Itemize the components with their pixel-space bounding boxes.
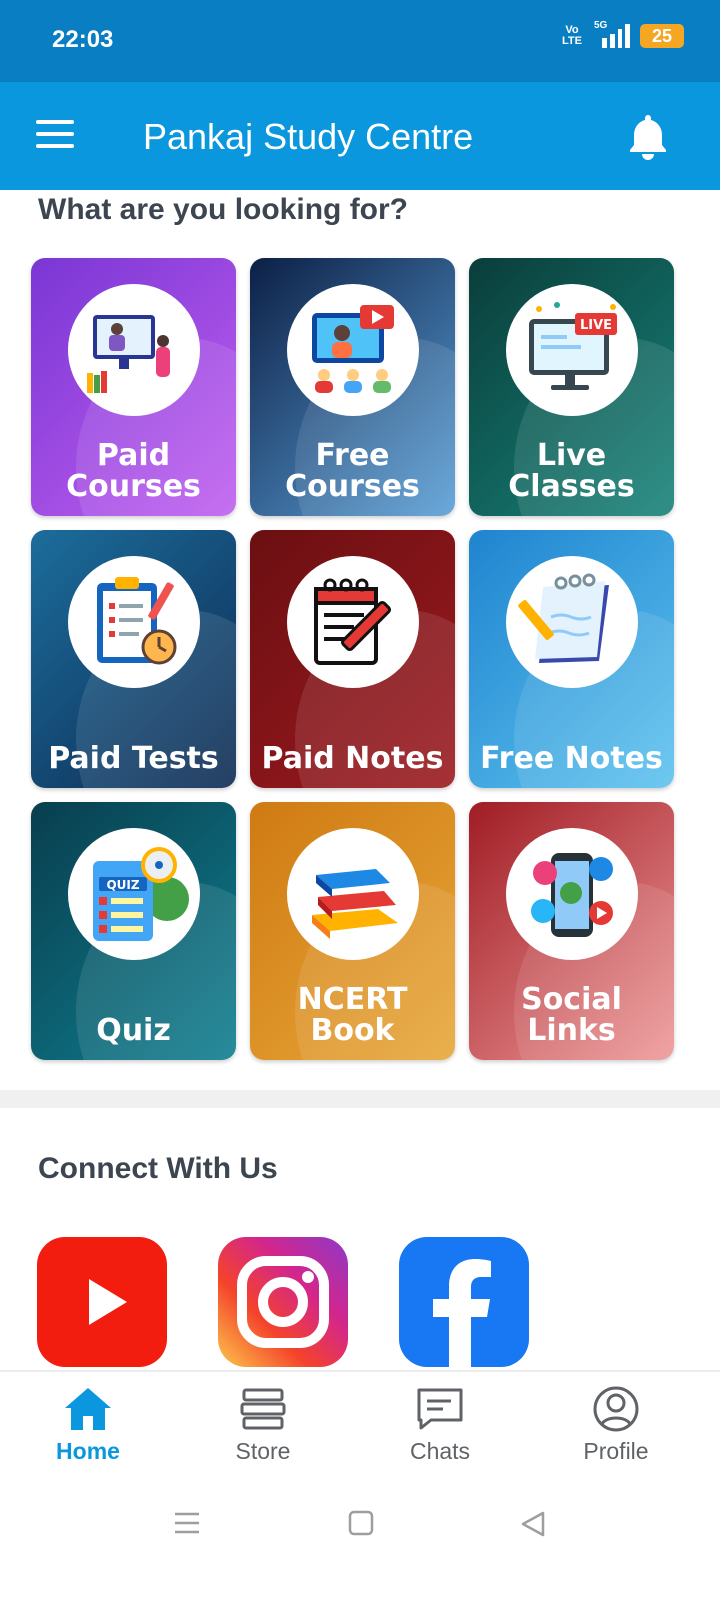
status-icons: Vo LTE 5G 25 (560, 20, 684, 48)
bottom-nav: Home Store Chats Profile (0, 1370, 720, 1486)
svg-text:LIVE: LIVE (579, 318, 611, 333)
network-type: 5G (594, 20, 608, 31)
video-class-icon (286, 284, 419, 416)
nav-label: Store (235, 1438, 291, 1464)
tile-paid-notes[interactable]: Paid Notes (250, 530, 455, 788)
nav-home[interactable]: Home (28, 1386, 148, 1465)
nav-label: Chats (409, 1438, 471, 1464)
system-nav-bar (0, 1486, 720, 1604)
tile-label: NCERT Book (297, 982, 408, 1048)
app-title: Pankaj Study Centre (143, 116, 474, 157)
tile-live-classes[interactable]: LIVE Live Classes (469, 258, 674, 516)
recents-icon[interactable] (173, 1510, 201, 1536)
social-phone-icon (505, 828, 638, 960)
spiral-notebook-icon (505, 556, 638, 688)
tile-label: Free Courses (285, 438, 420, 504)
chat-icon (417, 1388, 463, 1430)
tile-ncert-book[interactable]: NCERT Book (250, 802, 455, 1060)
nav-profile[interactable]: Profile (556, 1386, 676, 1465)
status-time: 22:03 (52, 26, 114, 53)
back-icon[interactable] (520, 1510, 546, 1538)
tile-label: Social Links (521, 982, 622, 1048)
tile-free-courses[interactable]: Free Courses (250, 258, 455, 516)
nav-store[interactable]: Store (203, 1386, 323, 1465)
status-bar: 22:03 Vo LTE 5G 25 (0, 0, 720, 82)
section-title: What are you looking for? (38, 193, 409, 226)
app-bar: Pankaj Study Centre (0, 82, 720, 190)
svg-text:QUIZ: QUIZ (106, 878, 139, 892)
instagram-icon[interactable] (218, 1237, 348, 1367)
home-icon (65, 1388, 111, 1430)
online-teaching-icon (67, 284, 200, 416)
tile-label: Paid Courses (66, 438, 201, 504)
books-stack-icon (286, 828, 419, 960)
test-clipboard-icon (67, 556, 200, 688)
quiz-icon: QUIZ (67, 828, 200, 960)
nav-label: Home (56, 1438, 120, 1464)
tile-social-links[interactable]: Social Links (469, 802, 674, 1060)
tile-label: Free Notes (480, 741, 663, 776)
facebook-icon[interactable] (399, 1237, 529, 1367)
youtube-icon[interactable] (37, 1237, 167, 1367)
tile-label: Paid Tests (48, 741, 219, 776)
tile-label: Quiz (96, 1013, 171, 1048)
connect-title: Connect With Us (38, 1152, 278, 1185)
tile-quiz[interactable]: QUIZ Quiz (31, 802, 236, 1060)
home-button-icon[interactable] (348, 1510, 374, 1536)
volte-indicator: Vo LTE (562, 24, 582, 47)
store-icon (240, 1388, 286, 1430)
bell-icon[interactable] (626, 112, 670, 160)
tile-label: Live Classes (508, 438, 635, 504)
hamburger-menu-icon[interactable] (36, 120, 74, 150)
tile-paid-tests[interactable]: Paid Tests (31, 530, 236, 788)
tile-label: Paid Notes (261, 741, 444, 776)
nav-chats[interactable]: Chats (380, 1386, 500, 1465)
notepad-pencil-icon (286, 556, 419, 688)
live-monitor-icon: LIVE (505, 284, 638, 416)
profile-icon (593, 1386, 639, 1432)
battery-icon: 25 (640, 24, 684, 48)
tile-free-notes[interactable]: Free Notes (469, 530, 674, 788)
tile-paid-courses[interactable]: Paid Courses (31, 258, 236, 516)
signal-icon: 5G (594, 20, 630, 48)
section-divider (0, 1090, 720, 1108)
nav-label: Profile (583, 1438, 649, 1464)
